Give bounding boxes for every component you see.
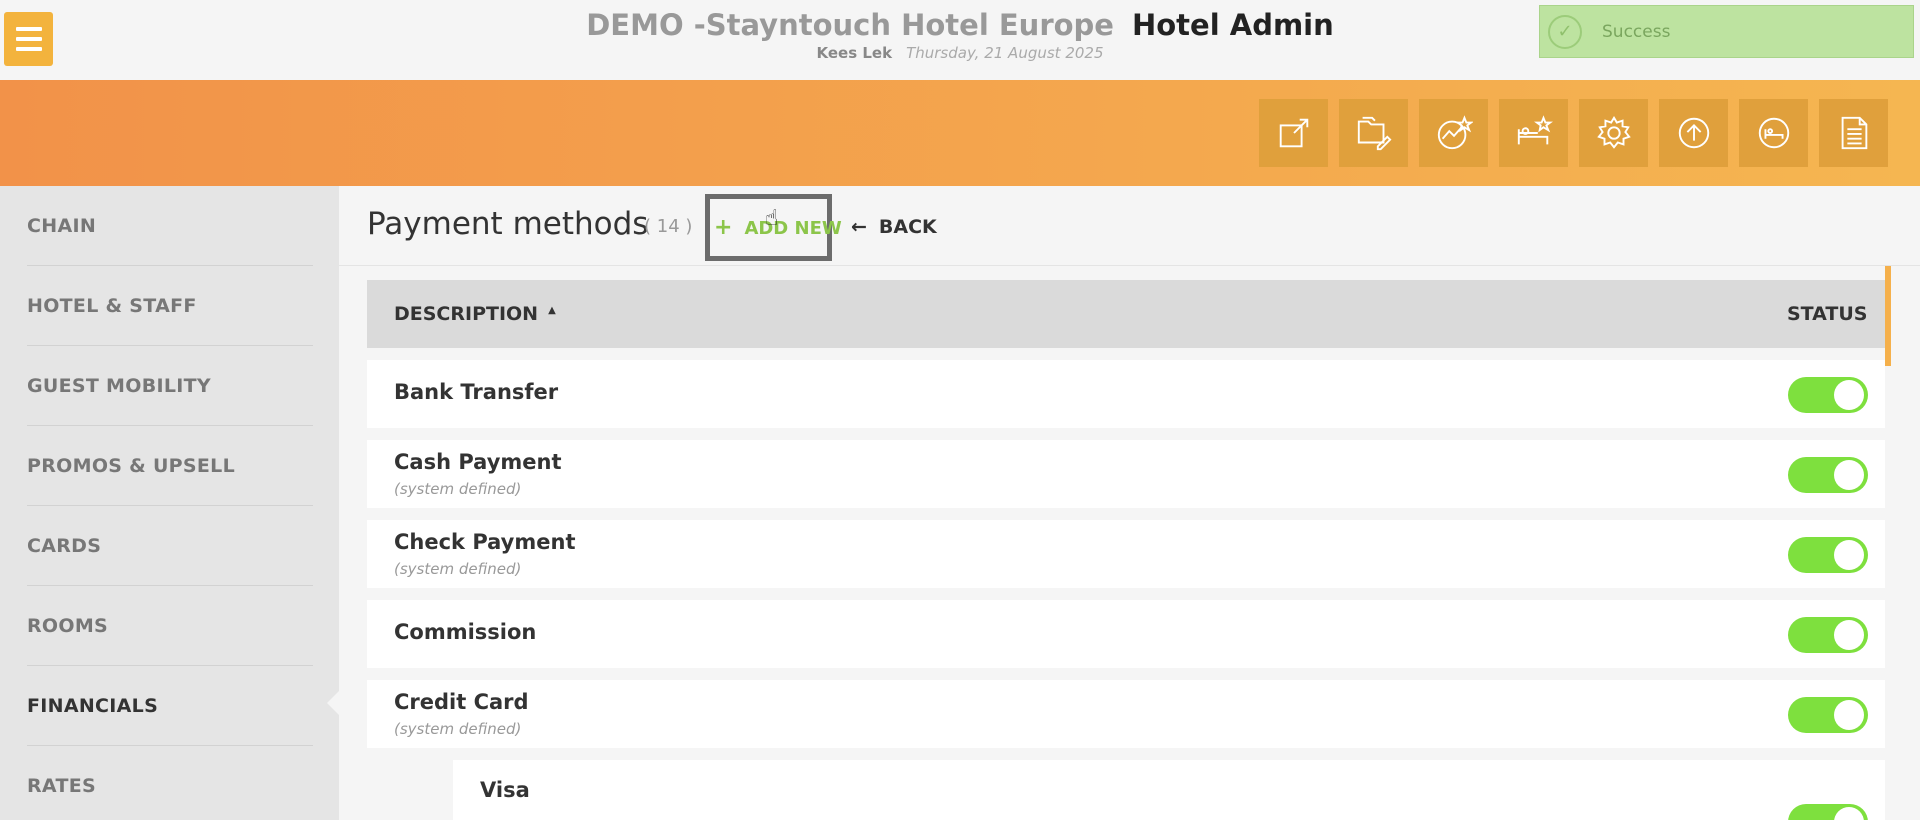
add-new-label: ADD NEW bbox=[744, 218, 842, 239]
toggle-knob bbox=[1834, 380, 1864, 410]
room-button[interactable] bbox=[1739, 99, 1808, 167]
main-content: Payment methods ( 14 ) + ADD NEW ☝ ← BACK … bbox=[339, 186, 1920, 820]
system-defined-note: (system defined) bbox=[394, 480, 522, 498]
sidebar-item-hotel-staff[interactable]: HOTEL & STAFF bbox=[27, 266, 313, 346]
description-header-label: DESCRIPTION bbox=[394, 303, 539, 325]
gear-icon bbox=[1596, 115, 1631, 149]
column-header-description[interactable]: DESCRIPTION ▲ bbox=[394, 280, 556, 348]
status-toggle[interactable] bbox=[1788, 457, 1868, 493]
settings-button[interactable] bbox=[1579, 99, 1648, 167]
hotel-name: DEMO -Stayntouch Hotel Europe bbox=[586, 8, 1114, 42]
status-toggle[interactable] bbox=[1788, 537, 1868, 573]
external-link-button[interactable] bbox=[1259, 99, 1328, 167]
sidebar-item-rooms[interactable]: ROOMS bbox=[27, 586, 313, 666]
orange-header bbox=[0, 80, 1920, 186]
table-row[interactable]: Commission bbox=[367, 600, 1885, 668]
success-toast: ✓ Success bbox=[1539, 5, 1914, 58]
table-header: DESCRIPTION ▲ STATUS bbox=[367, 280, 1885, 348]
divider bbox=[339, 265, 1920, 266]
folder-edit-button[interactable] bbox=[1339, 99, 1408, 167]
toggle-knob bbox=[1834, 540, 1864, 570]
folder-edit-icon bbox=[1357, 116, 1391, 151]
app-name: Hotel Admin bbox=[1131, 8, 1334, 42]
sidebar-item-financials[interactable]: FINANCIALS bbox=[27, 666, 313, 746]
system-defined-note: (system defined) bbox=[394, 720, 522, 738]
sort-asc-icon: ▲ bbox=[548, 304, 556, 316]
toggle-knob bbox=[1834, 460, 1864, 490]
status-toggle[interactable] bbox=[1788, 617, 1868, 653]
toggle-knob bbox=[1834, 807, 1864, 820]
check-circle-icon: ✓ bbox=[1548, 14, 1582, 49]
table-row[interactable]: Credit Card (system defined) bbox=[367, 680, 1885, 748]
chart-star-icon bbox=[1437, 115, 1473, 150]
room-circle-icon bbox=[1758, 117, 1789, 149]
top-bar: DEMO -Stayntouch Hotel Europe Hotel Admin… bbox=[0, 0, 1920, 80]
sidebar: CHAIN HOTEL & STAFF GUEST MOBILITY PROMO… bbox=[0, 186, 339, 820]
payment-method-name: Visa bbox=[480, 778, 530, 802]
payment-method-name: Commission bbox=[394, 620, 537, 644]
scrollbar[interactable] bbox=[1885, 266, 1891, 366]
bed-star-icon bbox=[1517, 115, 1553, 145]
document-button[interactable] bbox=[1819, 99, 1888, 167]
status-toggle[interactable] bbox=[1788, 804, 1868, 820]
table-row[interactable]: Visa bbox=[453, 760, 1885, 820]
sidebar-item-cards[interactable]: CARDS bbox=[27, 506, 313, 586]
sidebar-item-guest-mobility[interactable]: GUEST MOBILITY bbox=[27, 346, 313, 426]
user-name: Kees Lek bbox=[816, 44, 893, 62]
current-date: Thursday, 21 August 2025 bbox=[906, 44, 1104, 62]
back-label: BACK bbox=[878, 216, 937, 238]
item-count: ( 14 ) bbox=[644, 216, 693, 237]
chart-star-button[interactable] bbox=[1419, 99, 1488, 167]
bed-star-button[interactable] bbox=[1499, 99, 1568, 167]
sidebar-item-rates[interactable]: RATES bbox=[27, 746, 313, 820]
system-defined-note: (system defined) bbox=[394, 560, 522, 578]
upload-button[interactable] bbox=[1659, 99, 1728, 167]
external-link-icon bbox=[1279, 118, 1308, 148]
back-button[interactable]: ← BACK bbox=[851, 216, 937, 238]
payment-method-name: Bank Transfer bbox=[394, 380, 559, 404]
toggle-knob bbox=[1834, 620, 1864, 650]
payment-method-name: Check Payment bbox=[394, 530, 576, 554]
page-title: Payment methods bbox=[367, 206, 649, 242]
arrow-left-icon: ← bbox=[851, 216, 867, 238]
payment-method-name: Cash Payment bbox=[394, 450, 562, 474]
sidebar-item-promos-upsell[interactable]: PROMOS & UPSELL bbox=[27, 426, 313, 506]
toggle-knob bbox=[1834, 700, 1864, 730]
plus-icon: + bbox=[714, 215, 733, 240]
document-icon bbox=[1841, 116, 1867, 150]
column-header-status: STATUS bbox=[1787, 303, 1868, 325]
status-toggle[interactable] bbox=[1788, 377, 1868, 413]
status-toggle[interactable] bbox=[1788, 697, 1868, 733]
table-row[interactable]: Check Payment (system defined) bbox=[367, 520, 1885, 588]
payment-method-name: Credit Card bbox=[394, 690, 529, 714]
table-row[interactable]: Cash Payment (system defined) bbox=[367, 440, 1885, 508]
pointer-cursor-icon: ☝ bbox=[765, 206, 779, 231]
upload-circle-icon bbox=[1678, 117, 1709, 149]
sidebar-item-chain[interactable]: CHAIN bbox=[27, 186, 313, 266]
table-row[interactable]: Bank Transfer bbox=[367, 360, 1885, 428]
toast-message: Success bbox=[1602, 21, 1671, 42]
